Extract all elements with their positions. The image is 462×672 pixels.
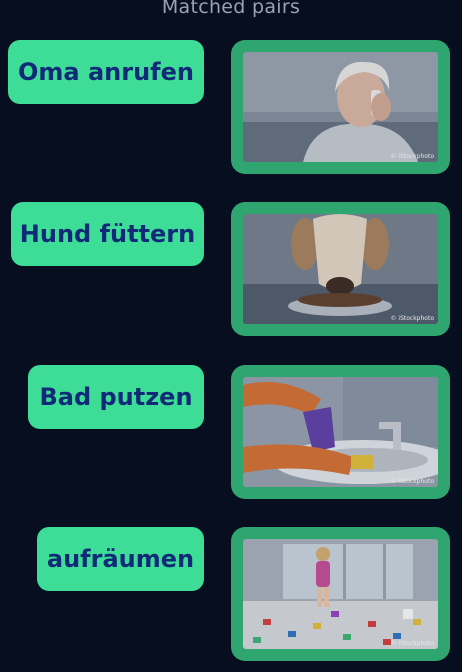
word-card-label: Oma anrufen	[18, 58, 194, 86]
dog-eating-from-bowl-photo: © iStockphoto	[243, 214, 438, 324]
word-card-label: Bad putzen	[39, 383, 193, 411]
word-card-label: aufräumen	[46, 545, 195, 573]
photo-credit: © iStockphoto	[390, 478, 435, 485]
image-card-oma-anrufen[interactable]: © iStockphoto	[231, 40, 450, 174]
photo-credit: © iStockphoto	[390, 153, 435, 160]
section-title: Matched pairs	[161, 0, 301, 18]
grandmother-on-phone-photo: © iStockphoto	[243, 52, 438, 162]
word-card-bad-putzen[interactable]: Bad putzen	[28, 365, 204, 429]
image-card-aufraeumen[interactable]: © iStockphoto	[231, 527, 450, 661]
image-card-bad-putzen[interactable]: © iStockphoto	[231, 365, 450, 499]
cleaning-sink-photo: © iStockphoto	[243, 377, 438, 487]
matched-pairs-screen: Matched pairs Oma anrufen © iStockphoto	[0, 0, 462, 672]
word-card-hund-fuettern[interactable]: Hund füttern	[11, 202, 204, 266]
child-toys-on-floor-photo: © iStockphoto	[243, 539, 438, 649]
word-card-label: Hund füttern	[19, 220, 196, 248]
image-card-hund-fuettern[interactable]: © iStockphoto	[231, 202, 450, 336]
word-card-aufraeumen[interactable]: aufräumen	[37, 527, 204, 591]
photo-credit: © iStockphoto	[390, 640, 435, 647]
word-card-oma-anrufen[interactable]: Oma anrufen	[8, 40, 204, 104]
photo-credit: © iStockphoto	[390, 315, 435, 322]
